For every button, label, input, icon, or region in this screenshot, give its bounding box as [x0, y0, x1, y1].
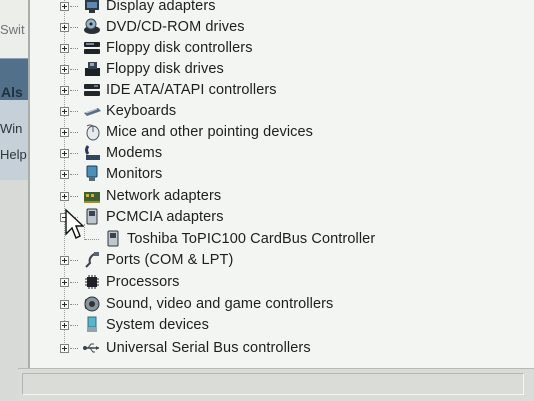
tree-item-floppy-disk-controllers[interactable]: Floppy disk controllers [60, 38, 253, 58]
tree-dots [85, 238, 99, 240]
tree-item-label: Network adapters [106, 188, 222, 204]
left-windows-link[interactable]: Win [0, 121, 22, 136]
network-adapter-icon [82, 187, 102, 205]
tree-item-ports[interactable]: Ports (COM & LPT) [60, 250, 233, 270]
tree-item-label: Floppy disk controllers [106, 40, 253, 56]
tree-item-label: Mice and other pointing devices [106, 124, 314, 140]
usb-icon [82, 339, 102, 357]
mouse-icon [82, 123, 102, 141]
tree-item-modems[interactable]: Modems [60, 143, 162, 163]
system-device-icon [82, 316, 102, 334]
left-switch-text[interactable]: Swit [0, 22, 25, 37]
tree-item-floppy-disk-drives[interactable]: Floppy disk drives [60, 59, 224, 79]
tree-dots [70, 26, 78, 28]
tree-dots [70, 5, 78, 7]
tree-dots [70, 195, 78, 197]
tree-item-mice[interactable]: Mice and other pointing devices [60, 122, 313, 142]
monitor-icon [82, 165, 102, 183]
expand-toggle[interactable] [60, 148, 69, 158]
left-help-link[interactable]: Help [0, 147, 27, 162]
tree-dots [70, 281, 78, 283]
expand-toggle[interactable] [60, 320, 69, 330]
device-tree: Display adapters DVD/CD-ROM drives Flopp… [30, 0, 534, 368]
tree-item-system-devices[interactable]: System devices [60, 315, 209, 335]
tree-item-label: Monitors [106, 166, 163, 182]
tree-item-keyboards[interactable]: Keyboards [60, 101, 176, 121]
left-panel: Swit Als Win Help [0, 0, 28, 400]
tree-item-label: System devices [106, 317, 209, 333]
tree-item-pcmcia-adapters[interactable]: PCMCIA adapters [60, 207, 224, 227]
expand-toggle[interactable] [60, 64, 69, 74]
expand-toggle[interactable] [60, 277, 69, 287]
tree-item-label: DVD/CD-ROM drives [106, 19, 245, 35]
tree-dots [70, 324, 78, 326]
left-also-heading: Als [1, 84, 23, 100]
left-task-panel [0, 100, 28, 180]
tree-item-processors[interactable]: Processors [60, 272, 180, 292]
expand-toggle[interactable] [60, 169, 69, 179]
tree-dots [70, 110, 78, 112]
tree-item-label: Keyboards [106, 103, 177, 119]
tree-item-label: Ports (COM & LPT) [106, 252, 234, 268]
tree-dots [70, 131, 78, 133]
tree-dots [70, 303, 78, 305]
expand-toggle[interactable] [60, 343, 69, 353]
modem-icon [82, 144, 102, 162]
tree-dots [70, 47, 78, 49]
tree-item-label: Display adapters [106, 0, 216, 14]
status-bar-cell [22, 373, 524, 395]
tree-item-ide-ata-atapi-controllers[interactable]: IDE ATA/ATAPI controllers [60, 80, 277, 100]
tree-item-monitors[interactable]: Monitors [60, 164, 162, 184]
port-icon [82, 251, 102, 269]
keyboard-icon [82, 102, 102, 120]
tree-item-label: Modems [106, 145, 163, 161]
expand-toggle[interactable] [60, 255, 69, 265]
expand-toggle[interactable] [60, 22, 69, 32]
sound-icon [82, 295, 102, 313]
tree-dots [70, 89, 78, 91]
tree-item-label: Processors [106, 274, 180, 290]
tree-item-display-adapters[interactable]: Display adapters [60, 0, 216, 16]
expand-toggle[interactable] [60, 1, 69, 11]
tree-item-label: Sound, video and game controllers [106, 296, 334, 312]
pcmcia-icon [82, 208, 102, 226]
tree-dots [70, 68, 78, 70]
tree-item-label: PCMCIA adapters [106, 209, 224, 225]
expand-toggle[interactable] [60, 43, 69, 53]
tree-item-label: Universal Serial Bus controllers [106, 340, 311, 356]
tree-item-dvd-cd-rom-drives[interactable]: DVD/CD-ROM drives [60, 17, 245, 37]
tree-dots [70, 152, 78, 154]
status-bar [18, 368, 534, 401]
ide-controller-icon [82, 81, 102, 99]
floppy-controller-icon [82, 39, 102, 57]
tree-dots [70, 347, 78, 349]
tree-item-usb-controllers[interactable]: Universal Serial Bus controllers [60, 338, 311, 358]
tree-item-label: IDE ATA/ATAPI controllers [106, 82, 277, 98]
tree-item-toshiba-cardbus-controller[interactable]: Toshiba ToPIC100 CardBus Controller [84, 229, 375, 249]
left-lower-area [0, 180, 28, 400]
display-adapter-icon [82, 0, 102, 15]
tree-dots [70, 259, 78, 261]
pcmcia-device-icon [103, 230, 123, 248]
tree-item-label: Floppy disk drives [106, 61, 224, 77]
expand-toggle[interactable] [60, 85, 69, 95]
tree-dots [70, 173, 78, 175]
mouse-cursor-icon [64, 208, 85, 240]
cd-drive-icon [82, 18, 102, 36]
expand-toggle[interactable] [60, 127, 69, 137]
expand-toggle[interactable] [60, 106, 69, 116]
floppy-drive-icon [82, 60, 102, 78]
processor-icon [82, 273, 102, 291]
expand-toggle[interactable] [60, 191, 69, 201]
expand-toggle[interactable] [60, 299, 69, 309]
tree-item-sound-video-game-controllers[interactable]: Sound, video and game controllers [60, 294, 333, 314]
tree-item-network-adapters[interactable]: Network adapters [60, 186, 221, 206]
tree-item-label: Toshiba ToPIC100 CardBus Controller [127, 231, 376, 247]
